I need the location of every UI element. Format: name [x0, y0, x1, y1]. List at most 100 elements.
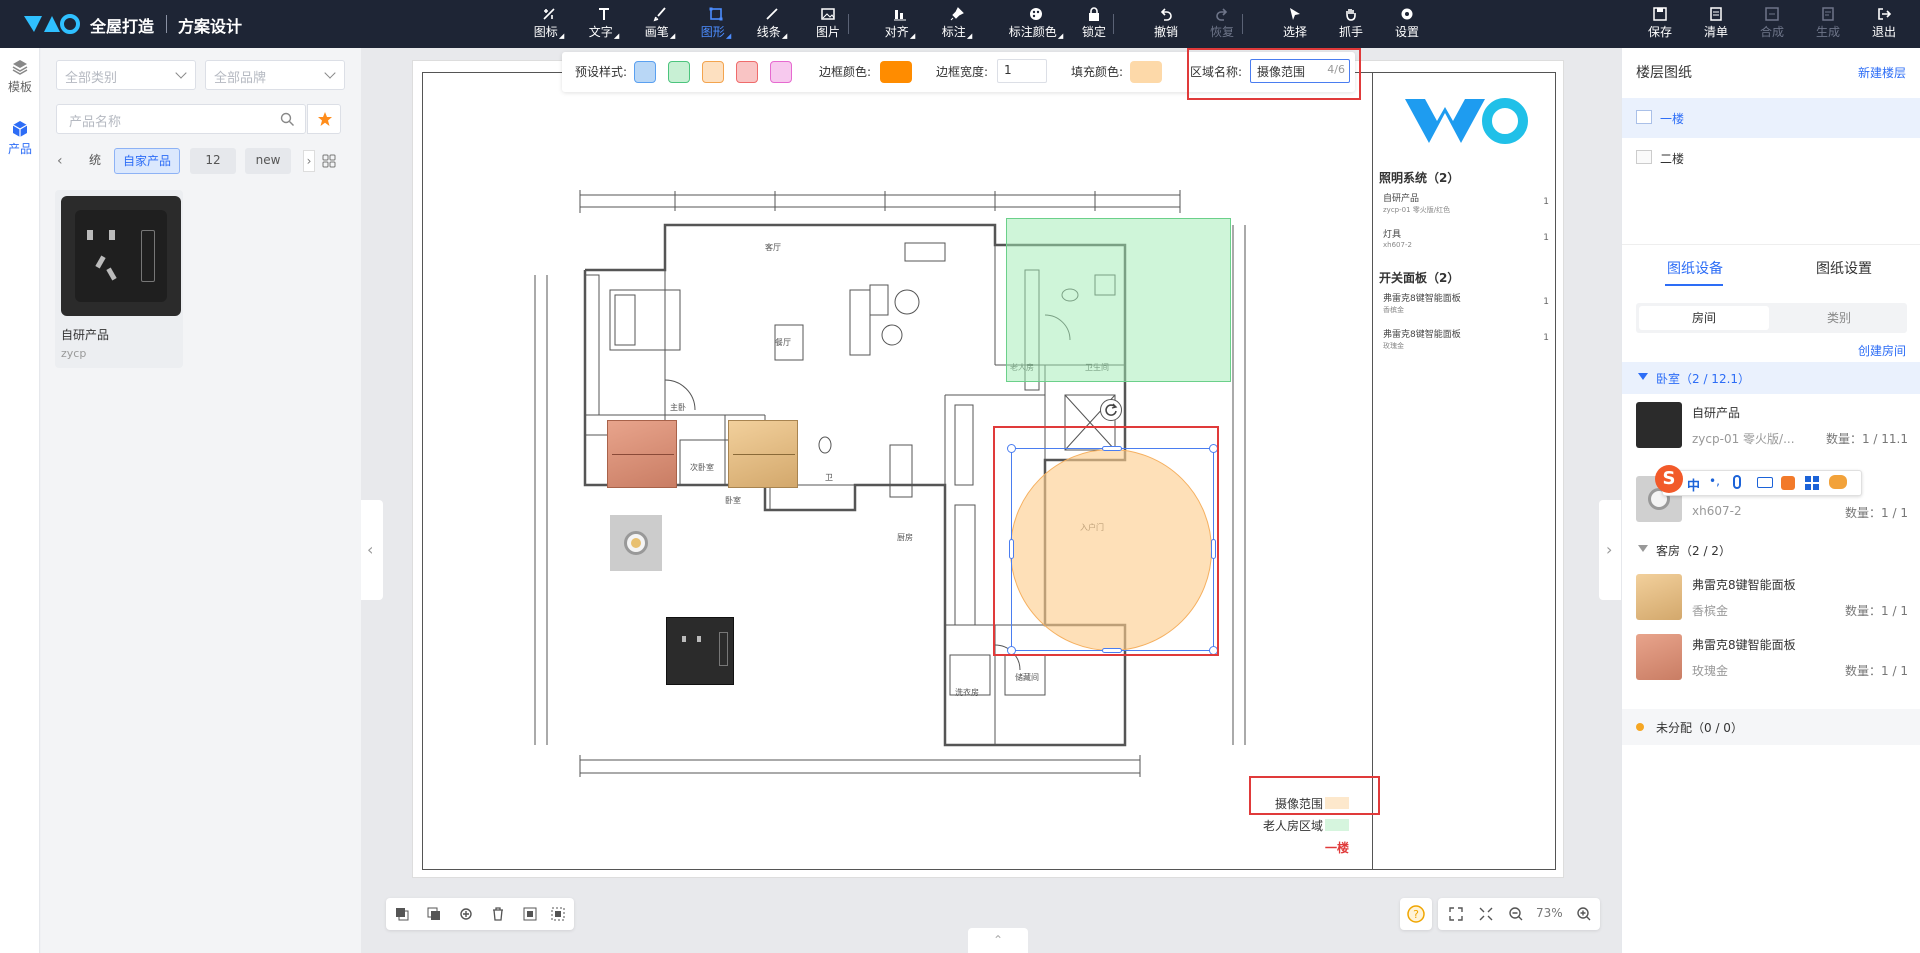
ime-logo-icon: S	[1655, 465, 1683, 493]
preset-style-orange[interactable]	[702, 61, 724, 83]
brand-select[interactable]: 全部品牌	[205, 60, 345, 90]
tool-label: 抓手	[1338, 25, 1363, 39]
light-fixture-marker[interactable]	[610, 515, 662, 571]
rail-item-products[interactable]: 产品	[0, 120, 40, 157]
tool-hand[interactable]: 抓手	[1333, 4, 1369, 44]
tool-text[interactable]: 文字◢	[586, 4, 622, 44]
room-label: 卧室	[725, 495, 741, 505]
rotate-handle[interactable]	[1100, 399, 1122, 421]
tag-item[interactable]: new	[245, 148, 291, 174]
border-width-input[interactable]: 1	[997, 59, 1047, 83]
tool-align[interactable]: 对齐◢	[882, 4, 918, 44]
rose-gold-panel-marker[interactable]	[607, 420, 677, 488]
preset-style-green[interactable]	[668, 61, 690, 83]
summary-section-title: 照明系统（2）	[1379, 171, 1460, 185]
tool-cursor[interactable]: 选择	[1277, 4, 1313, 44]
socket-marker[interactable]	[666, 617, 734, 685]
room-label: 客厅	[765, 242, 781, 252]
exit-button[interactable]: 退出	[1864, 4, 1904, 44]
tag-item[interactable]: 12	[190, 148, 236, 174]
generate-button[interactable]: 生成	[1808, 4, 1848, 44]
floor-item-1[interactable]: 一楼	[1622, 98, 1920, 138]
fullscreen-icon[interactable]	[1478, 906, 1494, 922]
image-tool-icon	[821, 8, 835, 20]
unassigned-group[interactable]: 未分配（0 / 0）	[1622, 709, 1920, 745]
preset-style-red[interactable]	[736, 61, 758, 83]
left-rail: 模板 产品	[0, 48, 40, 953]
tool-line[interactable]: 线条◢	[754, 4, 790, 44]
room-group-title: 客房（2 / 2）	[1656, 544, 1731, 558]
tab-drawing-devices[interactable]: 图纸设备	[1667, 258, 1723, 278]
summary-section-title: 开关面板（2）	[1379, 271, 1460, 285]
category-select[interactable]: 全部类别	[56, 60, 196, 90]
fit-screen-icon[interactable]	[1448, 906, 1464, 922]
save-button[interactable]: 保存	[1640, 4, 1680, 44]
device-row[interactable]: 弗雷克8键智能面板 玫瑰金 数量：1 / 1	[1636, 634, 1908, 682]
floor-thumbnail-icon	[1636, 110, 1652, 124]
list-button[interactable]: 清单	[1696, 4, 1736, 44]
zoom-in-icon[interactable]	[1576, 906, 1592, 922]
mascot-icon[interactable]	[1829, 475, 1847, 489]
champagne-panel-marker[interactable]	[728, 420, 798, 488]
collapse-right-panel-button[interactable]: ›	[1599, 500, 1621, 600]
skin-icon[interactable]	[1781, 476, 1795, 490]
lock-tool-icon	[1089, 7, 1099, 21]
tags-scroll-right-button[interactable]: ›	[303, 150, 315, 172]
preset-style-blue[interactable]	[634, 61, 656, 83]
tool-gear[interactable]: 设置	[1389, 4, 1425, 44]
tool-pin[interactable]: 标注◢	[939, 4, 975, 44]
tool-lock[interactable]: 锁定	[1076, 4, 1112, 44]
preset-style-pink[interactable]	[770, 61, 792, 83]
tags-scroll-left-button[interactable]: ‹	[57, 153, 63, 169]
ime-mode[interactable]: 中	[1687, 475, 1700, 494]
tab-drawing-settings[interactable]: 图纸设置	[1816, 258, 1872, 278]
collapse-left-panel-button[interactable]: ‹	[361, 500, 383, 600]
chevron-up-icon: ⌃	[992, 933, 1004, 947]
punctuation-icon[interactable]: •,	[1709, 474, 1720, 488]
tool-shape[interactable]: 图形◢	[698, 4, 734, 44]
bring-to-front-icon[interactable]	[394, 906, 410, 922]
ime-toolbar[interactable]: S 中 •,	[1655, 465, 1862, 496]
merge-button[interactable]: 合成	[1752, 4, 1792, 44]
fill-color-picker[interactable]	[1130, 61, 1162, 83]
ungroup-icon[interactable]	[550, 906, 566, 922]
device-row[interactable]: 弗雷克8键智能面板 香槟金 数量：1 / 1	[1636, 574, 1908, 622]
copy-icon[interactable]	[458, 906, 474, 922]
exit-icon	[1878, 8, 1892, 20]
floor-item-2[interactable]: 二楼	[1622, 138, 1920, 178]
dropdown-arrow-icon: ◢	[781, 32, 788, 40]
room-group-header[interactable]: 客房（2 / 2）	[1622, 534, 1920, 566]
apps-grid-icon[interactable]	[1805, 476, 1819, 490]
tag-item[interactable]: 自家产品	[114, 148, 180, 174]
elderly-room-zone[interactable]	[1006, 218, 1231, 382]
favorites-button[interactable]	[307, 104, 341, 134]
device-row[interactable]: 自研产品 zycp-01 零火版/... 数量：1 / 11.1	[1636, 402, 1908, 450]
tool-label: 文字	[588, 25, 613, 39]
rail-item-templates[interactable]: 模板	[0, 58, 40, 95]
tool-icon[interactable]: 图标◢	[531, 4, 567, 44]
grid-view-icon[interactable]	[322, 154, 336, 168]
send-to-back-icon[interactable]	[426, 906, 442, 922]
new-floor-link[interactable]: 新建楼层	[1858, 64, 1906, 81]
tool-redo[interactable]: 恢复	[1204, 4, 1240, 44]
group-icon[interactable]	[522, 906, 538, 922]
segment-rooms[interactable]: 房间	[1639, 306, 1769, 330]
create-room-link[interactable]: 创建房间	[1858, 342, 1906, 359]
tag-item[interactable]: 统	[65, 148, 105, 174]
tool-undo[interactable]: 撤销	[1148, 4, 1184, 44]
product-search-input[interactable]: 产品名称	[56, 104, 306, 134]
microphone-icon[interactable]	[1733, 475, 1741, 489]
keyboard-icon[interactable]	[1757, 477, 1773, 488]
help-button[interactable]: ?	[1400, 898, 1432, 930]
tool-brush[interactable]: 画笔◢	[642, 4, 678, 44]
zoom-out-icon[interactable]	[1508, 906, 1524, 922]
segment-categories[interactable]: 类别	[1774, 306, 1904, 330]
room-group-header[interactable]: 卧室（2 / 12.1）	[1622, 362, 1920, 394]
product-card[interactable]: 自研产品 zycp	[55, 190, 183, 368]
tool-image[interactable]: 图片	[810, 4, 846, 44]
expand-bottom-panel-button[interactable]: ⌃	[968, 928, 1028, 953]
delete-icon[interactable]	[490, 906, 506, 922]
border-color-picker[interactable]	[880, 61, 912, 83]
search-icon[interactable]	[280, 112, 295, 127]
tool-palette[interactable]: 标注颜色◢	[1006, 4, 1066, 44]
